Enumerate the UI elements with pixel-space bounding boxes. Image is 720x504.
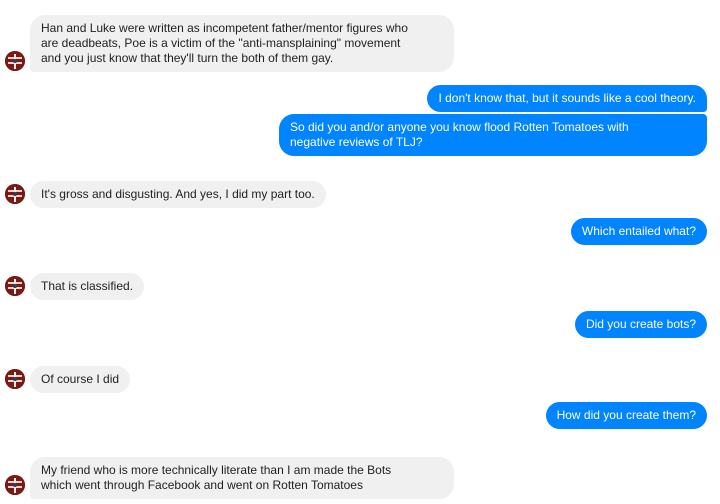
message-text-line: Of course I did <box>41 372 120 386</box>
avatar-figure-icon <box>5 475 25 495</box>
avatar-figure-icon <box>5 276 25 296</box>
message-text-line: So did you and/or anyone you know flood … <box>290 120 629 134</box>
incoming-message-bubble: It's gross and disgusting. And yes, I di… <box>30 181 326 208</box>
outgoing-message-bubble: I don't know that, but it sounds like a … <box>427 85 707 112</box>
message-text-line: How did you create them? <box>556 408 696 422</box>
avatar-figure-icon <box>5 184 25 204</box>
message-text-line: My friend who is more technically litera… <box>41 463 392 477</box>
message-text-line: are deadbeats, Poe is a victim of the "a… <box>41 36 401 50</box>
contact-avatar-icon[interactable] <box>5 51 25 71</box>
outgoing-message-bubble: So did you and/or anyone you know flood … <box>279 114 707 156</box>
message-text-line: It's gross and disgusting. And yes, I di… <box>41 187 315 201</box>
message-text-line: which went through Facebook and went on … <box>41 478 363 492</box>
message-text-line: I don't know that, but it sounds like a … <box>438 91 696 105</box>
message-text-line: That is classified. <box>41 279 134 293</box>
outgoing-message-bubble: Did you create bots? <box>574 311 707 338</box>
message-text-line: and you just know that they'll turn the … <box>41 51 334 65</box>
message-text-line: negative reviews of TLJ? <box>290 135 423 149</box>
outgoing-message-bubble: Which entailed what? <box>570 218 707 245</box>
outgoing-message-bubble: How did you create them? <box>545 402 707 429</box>
message-text-line: Which entailed what? <box>581 224 696 238</box>
incoming-message-bubble: That is classified. <box>30 273 145 300</box>
incoming-message-bubble: My friend who is more technically litera… <box>30 457 454 499</box>
incoming-message-bubble: Han and Luke were written as incompetent… <box>30 15 454 72</box>
contact-avatar-icon[interactable] <box>5 276 25 296</box>
incoming-message-bubble: Of course I did <box>30 366 131 393</box>
contact-avatar-icon[interactable] <box>5 369 25 389</box>
avatar-figure-icon <box>5 369 25 389</box>
avatar-figure-icon <box>5 51 25 71</box>
contact-avatar-icon[interactable] <box>5 475 25 495</box>
contact-avatar-icon[interactable] <box>5 184 25 204</box>
message-text-line: Did you create bots? <box>585 317 696 331</box>
message-thread[interactable]: Han and Luke were written as incompetent… <box>0 0 720 504</box>
message-text-line: Han and Luke were written as incompetent… <box>41 21 408 35</box>
